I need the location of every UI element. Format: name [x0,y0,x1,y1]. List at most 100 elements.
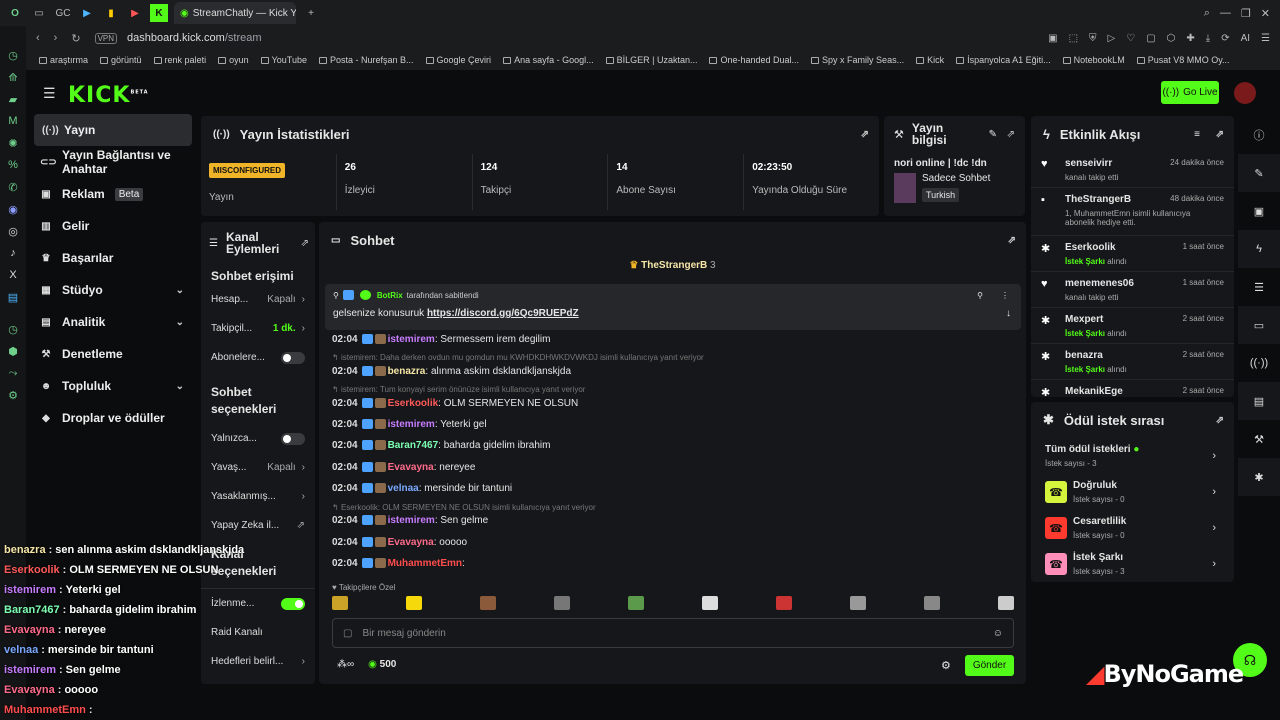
bookmark-item[interactable]: YouTube [256,55,312,65]
collapse-icon[interactable]: ↓ [1006,308,1011,319]
search-icon[interactable]: ⌕ [1204,7,1210,20]
popout-icon[interactable]: ⇗ [861,129,869,140]
hamburger-icon[interactable]: ☰ [43,85,56,102]
play-icon[interactable]: ▷ [1108,33,1116,44]
nav-item[interactable]: ▣ Reklam Beta [26,178,198,210]
bookmark-item[interactable]: BİLGER | Uzaktan... [601,55,703,65]
vpn-badge[interactable]: VPN [94,32,118,44]
edit-icon[interactable]: ✎ [1238,154,1280,192]
gc-icon[interactable]: GC [54,4,72,22]
bolt-icon[interactable]: ϟ [1238,230,1280,268]
actions-icon[interactable]: ▤ [1238,382,1280,420]
emote-icon[interactable] [998,596,1014,610]
opera-logo-icon[interactable]: O [6,4,24,22]
emote-icon[interactable] [702,596,718,610]
bookmark-item[interactable]: İspanyolca A1 Eğiti... [951,55,1056,65]
cube-icon[interactable]: ⬢ [0,340,26,362]
bookmark-item[interactable]: NotebookLM [1058,55,1130,65]
bars-icon[interactable]: ▮ [102,4,120,22]
bookmark-item[interactable]: araştırma [34,55,93,65]
more-icon[interactable]: ⋮ [1001,291,1009,300]
close-icon[interactable]: ✕ [1261,7,1270,20]
instagram-icon[interactable]: ◎ [0,220,26,242]
tabs-icon[interactable]: ▭ [30,4,48,22]
url-input[interactable]: dashboard.kick.com/stream [127,32,262,44]
sync-icon[interactable]: ⟳ [1221,33,1229,44]
message-user[interactable]: istemirem [388,515,435,526]
emote-icon[interactable] [628,596,644,610]
ai-moderation-row[interactable]: Yapay Zeka il... ⇗ [201,511,315,540]
restore-icon[interactable]: ❐ [1241,7,1251,20]
play-icon[interactable]: ▶ [78,4,96,22]
reward-item[interactable]: ☎ İstek Şarkı İstek sayısı - 3 › [1031,546,1234,582]
share-icon[interactable]: ⤳ [0,362,26,384]
app-icon[interactable]: ▤ [0,286,26,308]
screenshot-icon[interactable]: ⬚ [1069,33,1078,44]
bookmark-item[interactable]: Ana sayfa - Googl... [498,55,599,65]
bookmark-item[interactable]: görüntü [95,55,147,65]
gear-icon[interactable]: ⚙ [941,659,951,672]
community-icon[interactable]: ⁂∞ [337,659,354,670]
filter-icon[interactable]: ≡ [1194,129,1200,140]
history-icon[interactable]: ◷ [0,44,26,66]
nav-item[interactable]: ⚒ Denetleme [26,338,198,370]
kick-logo[interactable]: KICKBETA [68,83,149,108]
bookmark-item[interactable]: renk paleti [149,55,212,65]
pinned-link[interactable]: https://discord.gg/6Qc9RUEPdZ [427,308,579,319]
nav-item[interactable]: ▥ Gelir [26,210,198,242]
wrench-icon[interactable]: ⚒ [1238,420,1280,458]
kick-tab-icon[interactable]: K [150,4,168,22]
minimize-icon[interactable]: — [1220,7,1231,20]
nav-item[interactable]: ((·)) Yayın [34,114,192,146]
reward-icon[interactable]: ✱ [1238,458,1280,496]
followers-only-row[interactable]: Takipçil... 1 dk. › [201,314,315,343]
tiktok-icon[interactable]: ♪ [0,242,26,264]
message-user[interactable]: istemirem [388,334,435,345]
youtube-icon[interactable]: ▶ [126,4,144,22]
watch-toggle[interactable] [281,597,305,610]
popout-icon[interactable]: ⇗ [1008,235,1016,246]
stream-category[interactable]: Sadece Sohbet [922,173,990,184]
message-user[interactable]: istemirem [388,419,435,430]
message-user[interactable]: Eserkoolik [388,398,439,409]
bookmark-item[interactable]: Google Çeviri [421,55,497,65]
chat-input[interactable]: ▢ Bir mesaj gönderin ☺ [332,618,1014,648]
nav-item[interactable]: ▦ Stüdyo ⌄ [26,274,198,306]
stats-icon[interactable]: ▣ [1238,192,1280,230]
heart-icon[interactable]: ♡ [1126,33,1135,44]
clock-icon[interactable]: ◷ [0,318,26,340]
whatsapp-icon[interactable]: ✆ [0,176,26,198]
camera-icon[interactable]: ▣ [1048,33,1057,44]
nav-item[interactable]: ▤ Analitik ⌄ [26,306,198,338]
emote-icon[interactable] [776,596,792,610]
emote-only-toggle[interactable] [281,432,305,445]
reward-item[interactable]: ☎ Cesaretlilik İstek sayısı - 0 › [1031,510,1234,546]
banned-words-row[interactable]: Yasaklanmış... › [201,482,315,511]
emote-icon[interactable] [924,596,940,610]
bookmark-item[interactable]: Posta - Nurefşan B... [314,55,419,65]
go-live-button[interactable]: ((·)) Go Live [1161,81,1219,104]
back-icon[interactable]: ‹ [36,32,40,44]
chat-icon[interactable]: ▭ [1238,306,1280,344]
message-user[interactable]: Evavayna [388,537,434,548]
set-goals-row[interactable]: Hedefleri belirl... › [201,647,315,676]
message-user[interactable]: Baran7467 [388,440,439,451]
emote-icon[interactable] [480,596,496,610]
info-icon[interactable]: ⓘ [1238,116,1280,154]
chatgpt-icon[interactable]: ✺ [0,132,26,154]
emote-icon[interactable] [332,596,348,610]
message-user[interactable]: benazra [388,366,426,377]
popout-icon[interactable]: ⇗ [301,238,309,249]
raid-channel-row[interactable]: Raid Kanalı [201,618,315,647]
bookmark-item[interactable]: oyun [213,55,254,65]
account-age-row[interactable]: Hesap... Kapalı › [201,285,315,314]
m-icon[interactable]: M [0,110,26,132]
unpin-icon[interactable]: ⚲ [977,291,983,300]
puzzle-icon[interactable]: ✚ [1186,33,1194,44]
all-rewards-row[interactable]: Tüm ödül istekleri ● İstek sayısı - 3 › [1031,438,1234,474]
message-user[interactable]: MuhammetEmn [388,558,462,569]
nav-item[interactable]: ◆ Droplar ve ödüller [26,402,198,434]
popout-icon[interactable]: ⇗ [1216,129,1224,140]
extensions-icon[interactable]: ⬡ [1167,33,1176,44]
popout-icon[interactable]: ⇗ [1216,415,1224,426]
